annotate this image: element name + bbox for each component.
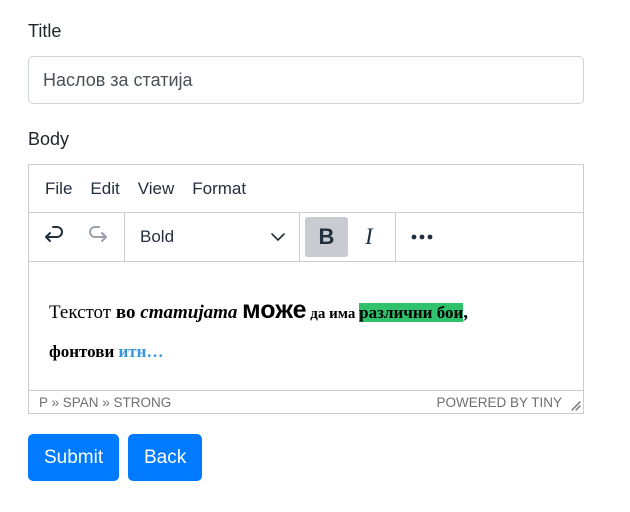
chevron-down-icon: [271, 233, 285, 241]
content-text: Текстот: [49, 302, 116, 323]
menu-view[interactable]: View: [129, 179, 184, 199]
rich-text-editor: File Edit View Format Bold B I Текстот в…: [28, 164, 584, 414]
bold-icon: B: [318, 224, 335, 249]
more-button[interactable]: [402, 217, 442, 257]
content-text-large: може: [242, 296, 307, 324]
menu-format[interactable]: Format: [183, 179, 255, 199]
menu-edit[interactable]: Edit: [81, 179, 128, 199]
italic-button[interactable]: I: [349, 217, 389, 257]
element-path[interactable]: P » SPAN » STRONG: [39, 395, 171, 410]
resize-handle-icon[interactable]: [569, 399, 581, 411]
title-input[interactable]: [28, 56, 584, 104]
block-format-select[interactable]: Bold: [126, 217, 291, 257]
content-line-2: фонтови итн…: [49, 342, 163, 362]
editor-statusbar: P » SPAN » STRONG POWERED BY TINY: [29, 390, 583, 413]
title-label: Title: [28, 21, 62, 41]
editor-toolbar: Bold B I: [29, 213, 583, 262]
toolbar-separator: [124, 213, 125, 261]
content-text-highlighted: различни бои: [359, 303, 464, 322]
content-line-1: Текстот во статијата може да има различн…: [49, 296, 468, 325]
toolbar-separator: [395, 213, 396, 261]
menu-file[interactable]: File: [36, 179, 81, 199]
redo-icon: [89, 226, 107, 242]
submit-button[interactable]: Submit: [28, 434, 120, 481]
block-format-label: Bold: [140, 227, 175, 246]
back-button[interactable]: Back: [128, 434, 203, 481]
redo-button[interactable]: [77, 217, 117, 257]
undo-icon: [45, 226, 63, 242]
italic-icon: I: [365, 224, 373, 249]
content-text-bold: во: [115, 302, 141, 323]
body-label: Body: [28, 129, 70, 149]
more-icon: [411, 234, 433, 240]
editor-menubar: File Edit View Format: [29, 165, 583, 213]
bold-button[interactable]: B: [305, 217, 348, 257]
powered-by-link[interactable]: POWERED BY TINY: [436, 395, 562, 410]
content-text-bold: фонтови: [49, 342, 119, 361]
content-text-small: да има: [306, 306, 360, 322]
content-text-blue: итн…: [118, 342, 164, 361]
content-text-comma: ,: [463, 302, 469, 323]
editor-content[interactable]: Текстот во статијата може да има различн…: [49, 262, 563, 390]
content-text-bold-italic: статијата: [140, 302, 243, 323]
toolbar-separator: [299, 213, 300, 261]
undo-button[interactable]: [35, 217, 75, 257]
